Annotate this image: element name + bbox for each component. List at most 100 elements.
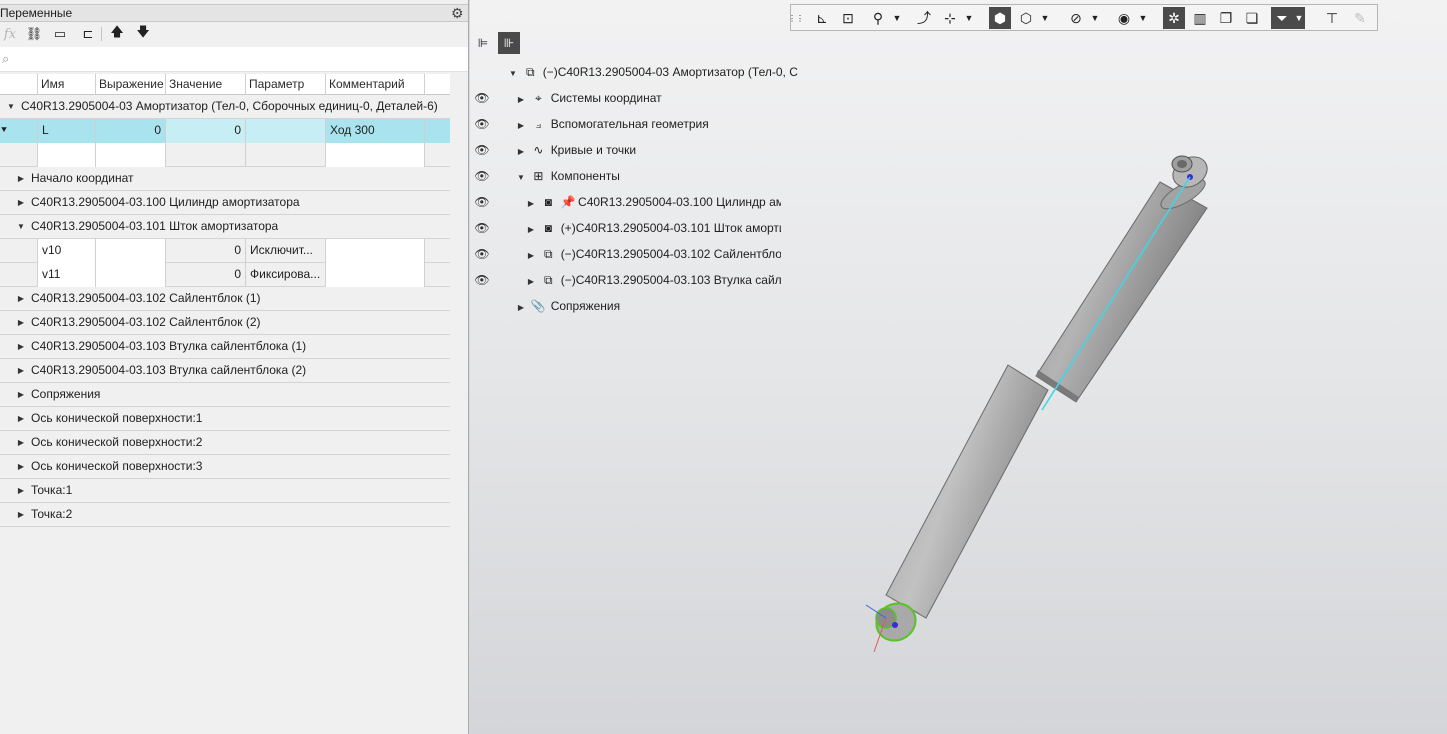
group-row[interactable]: ▶ Ось конической поверхности:1 [0, 407, 450, 431]
expand-arrow-icon[interactable]: ▶ [16, 335, 26, 359]
eye-icon[interactable]: 👁 [474, 86, 490, 110]
new-variable-name[interactable] [38, 143, 96, 167]
filter-icon[interactable]: ⏷ [1271, 7, 1293, 29]
group-row[interactable]: ▶ С40R13.2905004-03.100 Цилиндр амортиза… [0, 191, 450, 215]
group-row[interactable]: ▶ Точка:2 [0, 503, 450, 527]
collapse-arrow-icon[interactable]: ▼ [16, 215, 26, 239]
variable-expression[interactable]: 0 [96, 119, 166, 143]
expand-arrow-icon[interactable]: ▶ [16, 503, 26, 527]
variable-name[interactable]: L [38, 119, 96, 143]
3d-viewport[interactable]: ⋮⋮ ⊾ ⊡ ⚲ ▼ ⤴ ⊹ ▼ ⬢ ⬡ ▼ ⊘ ▼ ◉ ▼ ✲ ▥ ❐ ❏ ⏷… [470, 0, 1447, 734]
wireframe-view-icon[interactable]: ⬡ [1015, 7, 1037, 29]
expand-arrow-icon[interactable]: ▶ [16, 191, 26, 215]
component-item[interactable]: ▶ ⧉ (−)С40R13.2905004-03.102 Сайлентблок… [526, 242, 781, 266]
eye-icon[interactable]: 👁 [474, 190, 490, 214]
expand-arrow-icon[interactable]: ▶ [16, 311, 26, 335]
header-comment[interactable]: Комментарий [326, 74, 425, 95]
expand-arrow-icon[interactable]: ▶ [526, 270, 536, 292]
header-value[interactable]: Значение [166, 74, 246, 95]
collapse-arrow-icon[interactable]: ▼ [508, 62, 518, 86]
sketch-icon[interactable]: ⊾ [811, 7, 833, 29]
sub-variable-expression[interactable] [96, 263, 166, 287]
chevron-down-icon[interactable]: ▼ [1039, 7, 1051, 29]
group-row[interactable]: ▶ Начало координат [0, 167, 450, 191]
new-variable-comment[interactable] [326, 143, 425, 167]
tree-item[interactable]: ▼ ⊞ Компоненты [516, 164, 620, 188]
expand-arrow-icon[interactable]: ▶ [16, 431, 26, 455]
group-row[interactable]: ▶ С40R13.2905004-03.102 Сайлентблок (1) [0, 287, 450, 311]
sub-variable-comment[interactable] [326, 239, 425, 263]
chevron-down-icon[interactable]: ▼ [891, 7, 903, 29]
search-input[interactable] [18, 50, 458, 68]
expand-arrow-icon[interactable]: ▶ [516, 114, 526, 138]
group-row[interactable]: ▼ С40R13.2905004-03.101 Шток амортизатор… [0, 215, 450, 239]
constraints-icon[interactable]: ✲ [1163, 7, 1185, 29]
component-item[interactable]: ▶ ◙ (+)С40R13.2905004-03.101 Шток аморти… [526, 216, 781, 240]
properties-icon[interactable]: ❏ [1241, 7, 1263, 29]
hide-icon[interactable]: ⊘ [1065, 7, 1087, 29]
group-row[interactable]: ▶ С40R13.2905004-03.103 Втулка сайлентбл… [0, 359, 450, 383]
expand-arrow-icon[interactable]: ▶ [16, 167, 26, 191]
move-down-icon[interactable]: 🡇 [133, 24, 153, 43]
sub-variable-comment[interactable] [326, 263, 425, 287]
chevron-down-icon[interactable]: ▼ [963, 7, 975, 29]
eye-icon[interactable]: 👁 [474, 216, 490, 240]
eye-icon[interactable]: 👁 [474, 112, 490, 136]
axes-icon[interactable]: ⊹ [939, 7, 961, 29]
component-item[interactable]: ▶ ◙ 📌 С40R13.2905004-03.100 Цилиндр амор [526, 190, 781, 214]
toolbar-grip-icon[interactable]: ⋮⋮ [788, 7, 804, 29]
link-icon[interactable]: ⛓ [24, 25, 44, 43]
tree-item[interactable]: ▶ ∿ Кривые и точки [516, 138, 636, 162]
expand-arrow-icon[interactable]: ▶ [16, 407, 26, 431]
chevron-down-icon[interactable]: ▼ [1293, 7, 1305, 29]
structure-tree-tab-icon[interactable]: ⊫ [472, 32, 494, 54]
explode-icon[interactable]: ❐ [1215, 7, 1237, 29]
tree-item[interactable]: ▶ 📎 Сопряжения [516, 294, 620, 318]
orientation-icon[interactable]: ⊡ [837, 7, 859, 29]
header-parameter[interactable]: Параметр [246, 74, 326, 95]
expand-arrow-icon[interactable]: ▶ [526, 244, 536, 266]
collapse-arrow-icon[interactable]: ▼ [516, 166, 526, 190]
measure-icon[interactable]: ⊤ [1321, 7, 1343, 29]
tree-root[interactable]: ▼ ⧉ (−)С40R13.2905004-03 Амортизатор (Те… [508, 60, 798, 84]
expand-arrow-icon[interactable]: ▶ [516, 140, 526, 164]
tree-item[interactable]: ▶ ⟓ Вспомогательная геометрия [516, 112, 709, 136]
tree-view-icon[interactable]: ⊏ [78, 25, 98, 43]
new-variable-row[interactable] [0, 143, 450, 167]
fx-icon[interactable]: fx [0, 25, 20, 43]
expand-arrow-icon[interactable]: ▶ [526, 192, 536, 214]
eye-icon[interactable]: 👁 [474, 164, 490, 188]
sub-variable-row[interactable]: v10 0 Исключит... [0, 239, 450, 263]
chevron-down-icon[interactable]: ▼ [1089, 7, 1101, 29]
visibility-icon[interactable]: ◉ [1113, 7, 1135, 29]
eye-icon[interactable]: 👁 [474, 242, 490, 266]
expand-arrow-icon[interactable]: ▶ [516, 296, 526, 320]
group-row[interactable]: ▶ Точка:1 [0, 479, 450, 503]
eye-icon[interactable]: 👁 [474, 268, 490, 292]
shock-absorber-model[interactable] [860, 140, 1260, 680]
group-row[interactable]: ▶ Сопряжения [0, 383, 450, 407]
expand-arrow-icon[interactable]: ▶ [516, 88, 526, 112]
sub-variable-row[interactable]: v11 0 Фиксирова... [0, 263, 450, 287]
header-name[interactable]: Имя [38, 74, 96, 95]
tree-item[interactable]: ▶ ⌖ Системы координат [516, 86, 662, 110]
sub-variable-expression[interactable] [96, 239, 166, 263]
group-row[interactable]: ▶ С40R13.2905004-03.102 Сайлентблок (2) [0, 311, 450, 335]
expand-arrow-icon[interactable]: ▶ [16, 455, 26, 479]
expand-arrow-icon[interactable]: ▶ [16, 359, 26, 383]
header-expression[interactable]: Выражение [96, 74, 166, 95]
gear-icon[interactable]: ⚙ [451, 6, 465, 20]
expand-arrow-icon[interactable]: ▶ [16, 287, 26, 311]
group-row[interactable]: ▶ С40R13.2905004-03.103 Втулка сайлентбл… [0, 335, 450, 359]
expand-arrow-icon[interactable]: ▶ [526, 218, 536, 240]
history-tree-tab-icon[interactable]: ⊪ [498, 32, 520, 54]
new-variable-expression[interactable] [96, 143, 166, 167]
assembly-root-row[interactable]: ▼ С40R13.2905004-03 Амортизатор (Тел-0, … [0, 95, 450, 119]
shaded-view-icon[interactable]: ⬢ [989, 7, 1011, 29]
collapse-arrow-icon[interactable]: ▼ [6, 95, 16, 119]
variable-row[interactable]: ⯆ L 0 0 Ход 300 [0, 119, 450, 143]
chevron-down-icon[interactable]: ▼ [1137, 7, 1149, 29]
zoom-icon[interactable]: ⚲ [867, 7, 889, 29]
move-up-icon[interactable]: 🡅 [107, 24, 127, 43]
pan-icon[interactable]: ⤴ [913, 7, 935, 29]
